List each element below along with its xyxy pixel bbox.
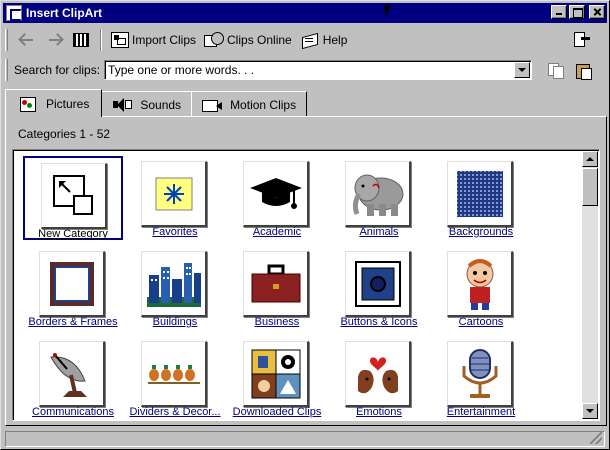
categories-count: Categories 1 - 52 [18,127,111,141]
insert-clipart-window: Insert ClipArt Import Clips Clips Online [0,0,610,450]
import-clips-icon [111,32,129,48]
category-label: Buttons & Icons [340,316,418,328]
dotted-grid-icon [447,161,513,227]
category-label: Academic [252,226,302,238]
categories-view: New Category Favorites Academic Animals … [12,149,600,421]
category-entertainment[interactable]: Entertainment [431,336,531,420]
briefcase-icon [243,251,309,317]
vertical-scrollbar[interactable] [582,151,598,419]
paste-icon[interactable] [574,61,594,80]
clips-online-icon [204,32,225,48]
change-to-small-window-icon[interactable] [573,31,591,47]
maximize-button[interactable] [569,5,585,19]
scroll-thumb[interactable] [582,168,598,206]
tab-sounds[interactable]: Sounds [101,91,193,117]
import-clips-button[interactable]: Import Clips [108,29,199,51]
tab-pictures[interactable]: Pictures [5,89,103,117]
category-label: Borders & Frames [28,316,118,328]
all-categories-button[interactable] [70,29,92,51]
category-label: Animals [359,226,399,238]
category-downloaded-clips[interactable]: Downloaded Clips [227,336,327,420]
category-label: Business [254,316,300,328]
category-new-category[interactable]: New Category [23,156,123,240]
search-input[interactable] [105,62,506,78]
import-clips-label: Import Clips [132,33,197,47]
category-label: Entertainment [446,406,516,418]
button-icon [345,251,411,317]
category-borders-frames[interactable]: Borders & Frames [23,246,123,330]
help-button[interactable]: Help [297,29,351,51]
city-skyline-icon [141,251,207,317]
category-favorites[interactable]: Favorites [125,156,225,240]
search-label: Search for clips: [14,63,101,77]
satellite-dish-icon [39,341,105,407]
back-arrow-icon [17,31,37,49]
search-dropdown-button[interactable] [514,62,531,78]
searchbar-grip[interactable] [5,59,8,81]
tab-motion-clips-label: Motion Clips [230,97,297,112]
category-buildings[interactable]: Buildings [125,246,225,330]
category-label: Cartoons [458,316,504,328]
forward-button[interactable] [42,29,68,51]
category-label: Buildings [152,316,198,328]
tab-sounds-label: Sounds [140,97,182,112]
help-book-icon [300,32,320,48]
toolbar-separator [100,29,102,51]
category-communications[interactable]: Communications [23,336,123,420]
motion-clips-icon [202,97,223,113]
window-title: Insert ClipArt [26,6,103,20]
category-business[interactable]: Business [227,246,327,330]
close-button[interactable] [589,5,605,19]
tab-motion-clips[interactable]: Motion Clips [191,91,308,117]
search-bar: Search for clips: [5,57,605,83]
category-label: Backgrounds [448,226,514,238]
category-label: Dividers & Decor... [129,406,221,418]
category-buttons-icons[interactable]: Buttons & Icons [329,246,429,330]
category-backgrounds[interactable]: Backgrounds [431,156,531,240]
caption-buttons [549,5,605,19]
forward-arrow-icon [45,31,65,49]
search-combo[interactable] [104,60,533,80]
copy-icon[interactable] [546,61,566,79]
collage-icon [243,341,309,407]
cartoon-boy-icon [447,251,513,317]
category-label: Communications [32,406,114,418]
category-label: New Category [38,228,108,240]
toolbar: Import Clips Clips Online Help [5,27,605,53]
category-dividers-decor[interactable]: Dividers & Decor... [125,336,225,420]
microphone-icon [447,341,513,407]
category-animals[interactable]: Animals [329,156,429,240]
minimize-button[interactable] [551,5,567,19]
back-button[interactable] [14,29,40,51]
faces-heart-icon [345,341,411,407]
category-label: Downloaded Clips [232,406,322,418]
favorites-icon [141,161,207,227]
help-label: Help [322,33,348,47]
scroll-up-arrow-icon[interactable] [582,151,598,167]
title-bar[interactable]: Insert ClipArt [3,3,607,23]
clipart-app-icon [6,5,22,21]
toolbar-grip[interactable] [5,29,8,51]
new-category-icon [41,163,107,229]
clips-online-label: Clips Online [227,33,292,47]
divider-icon [141,341,207,407]
tab-pictures-label: Pictures [46,96,90,111]
scroll-down-arrow-icon[interactable] [582,403,598,419]
category-label: Favorites [152,226,198,238]
clips-online-button[interactable]: Clips Online [201,29,295,51]
category-cartoons[interactable]: Cartoons [431,246,531,330]
frame-icon [39,251,105,317]
category-emotions[interactable]: Emotions [329,336,429,420]
sounds-icon [112,97,133,113]
resize-grip-icon[interactable] [590,432,602,444]
pictures-panel: Categories 1 - 52 New Category Favorites… [5,116,607,426]
category-academic[interactable]: Academic [227,156,327,240]
media-tabs: Pictures Sounds Motion Clips [5,89,308,117]
pictures-icon [18,96,38,112]
elephant-icon [345,161,411,227]
category-label: Emotions [356,406,402,418]
all-categories-icon [73,33,89,47]
graduation-cap-icon [243,161,309,227]
status-bar [5,431,605,447]
